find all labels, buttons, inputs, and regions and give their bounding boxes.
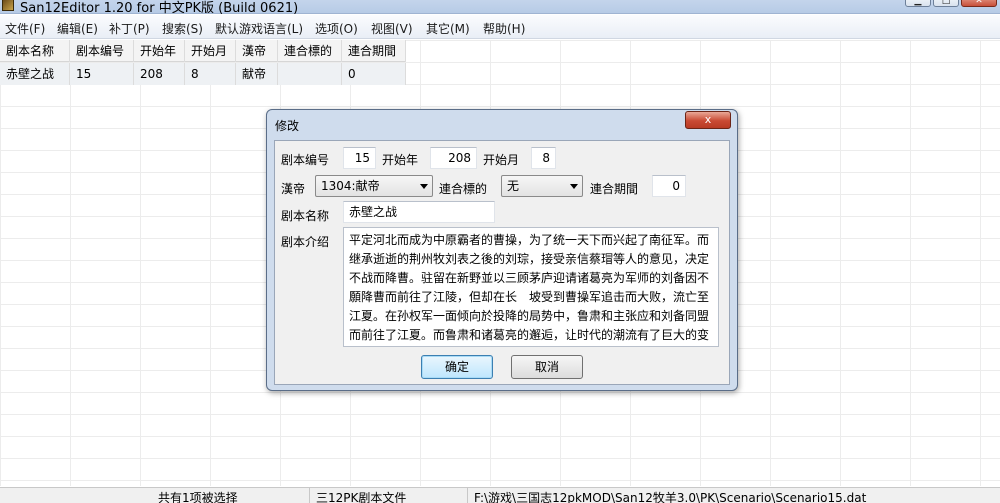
label-alliance-target: 連合標的: [439, 182, 488, 196]
column-header-alliance-period[interactable]: 連合期間: [342, 40, 406, 62]
scenario-name-field[interactable]: 赤壁之战: [343, 201, 495, 223]
column-header-start-month[interactable]: 开始月: [185, 40, 236, 62]
cell-start-month[interactable]: 8: [185, 63, 236, 85]
label-alliance-period: 連合期間: [590, 182, 639, 196]
cancel-button[interactable]: 取消: [511, 355, 583, 379]
column-header-alliance-target[interactable]: 連合標的: [278, 40, 342, 62]
menu-other[interactable]: 其它(M): [426, 20, 470, 37]
emperor-select[interactable]: 1304:献帝: [315, 175, 433, 197]
label-start-month: 开始月: [483, 153, 520, 167]
modify-dialog: 修改 x 剧本编号 15 开始年 208 开始月 8 漢帝 1304:献帝 連合…: [266, 109, 738, 391]
window-title: San12Editor 1.20 for 中文PK版 (Build 0621): [20, 1, 299, 16]
label-start-year: 开始年: [382, 153, 419, 167]
alliance-target-select-value: 无: [507, 179, 520, 193]
status-file-path: F:\游戏\三国志12pkMOD\San12牧羊3.0\PK\Scenario\…: [474, 491, 867, 503]
grid-header: 剧本名称 剧本编号 开始年 开始月 漢帝 連合標的 連合期間: [0, 40, 406, 62]
table-row[interactable]: 赤壁之战 15 208 8 献帝 0: [0, 63, 406, 85]
close-window-icon[interactable]: ✕: [961, 0, 997, 7]
menu-language[interactable]: 默认游戏语言(L): [215, 20, 303, 37]
intro-textarea[interactable]: 平定河北而成为中原霸者的曹操，为了统一天下而兴起了南征军。而继承逝逝的荆州牧刘表…: [343, 227, 719, 347]
cell-name[interactable]: 赤壁之战: [0, 63, 70, 85]
scenario-number-field[interactable]: 15: [343, 147, 376, 169]
emperor-select-value: 1304:献帝: [321, 179, 380, 193]
menu-help[interactable]: 帮助(H): [483, 20, 525, 37]
cell-emperor[interactable]: 献帝: [236, 63, 278, 85]
status-file-type: 三12PK剧本文件: [316, 491, 407, 503]
menu-view[interactable]: 视图(V): [371, 20, 413, 37]
menu-bar: 文件(F) 编辑(E) 补丁(P) 搜索(S) 默认游戏语言(L) 选项(O) …: [0, 15, 1000, 39]
ok-button[interactable]: 确定: [421, 355, 493, 379]
label-scenario-number: 剧本编号: [281, 153, 330, 167]
label-scenario-name: 剧本名称: [281, 209, 330, 223]
alliance-target-select[interactable]: 无: [501, 175, 583, 197]
maximize-icon[interactable]: □: [933, 0, 959, 7]
status-separator: [309, 488, 310, 503]
status-selection: 共有1项被选择: [158, 491, 238, 503]
minimize-icon[interactable]: ▁: [905, 0, 931, 7]
column-header-emperor[interactable]: 漢帝: [236, 40, 278, 62]
cell-alliance-period[interactable]: 0: [342, 63, 406, 85]
start-month-field[interactable]: 8: [531, 147, 556, 169]
label-intro: 剧本介绍: [281, 235, 330, 249]
label-emperor: 漢帝: [281, 182, 306, 196]
cell-alliance-target[interactable]: [278, 63, 342, 85]
dialog-close-button[interactable]: x: [685, 111, 731, 129]
alliance-period-field[interactable]: 0: [652, 175, 686, 197]
column-header-number[interactable]: 剧本编号: [70, 40, 134, 62]
start-year-field[interactable]: 208: [430, 147, 477, 169]
column-header-start-year[interactable]: 开始年: [134, 40, 185, 62]
chevron-down-icon: [570, 184, 578, 189]
status-bar: 共有1项被选择 三12PK剧本文件 F:\游戏\三国志12pkMOD\San12…: [0, 487, 1000, 503]
title-bar: San12Editor 1.20 for 中文PK版 (Build 0621) …: [0, 0, 1000, 16]
menu-patch[interactable]: 补丁(P): [109, 20, 150, 37]
dialog-title: 修改: [275, 119, 300, 133]
cell-number[interactable]: 15: [70, 63, 134, 85]
status-separator: [467, 488, 468, 503]
column-header-name[interactable]: 剧本名称: [0, 40, 70, 62]
dialog-body: 剧本编号 15 开始年 208 开始月 8 漢帝 1304:献帝 連合標的 无 …: [274, 140, 730, 385]
menu-file[interactable]: 文件(F): [5, 20, 45, 37]
chevron-down-icon: [420, 184, 428, 189]
menu-options[interactable]: 选项(O): [315, 20, 358, 37]
cell-start-year[interactable]: 208: [134, 63, 185, 85]
menu-edit[interactable]: 编辑(E): [57, 20, 98, 37]
app-icon: [2, 0, 14, 11]
menu-search[interactable]: 搜索(S): [162, 20, 203, 37]
editor-window: San12Editor 1.20 for 中文PK版 (Build 0621) …: [0, 0, 1000, 503]
